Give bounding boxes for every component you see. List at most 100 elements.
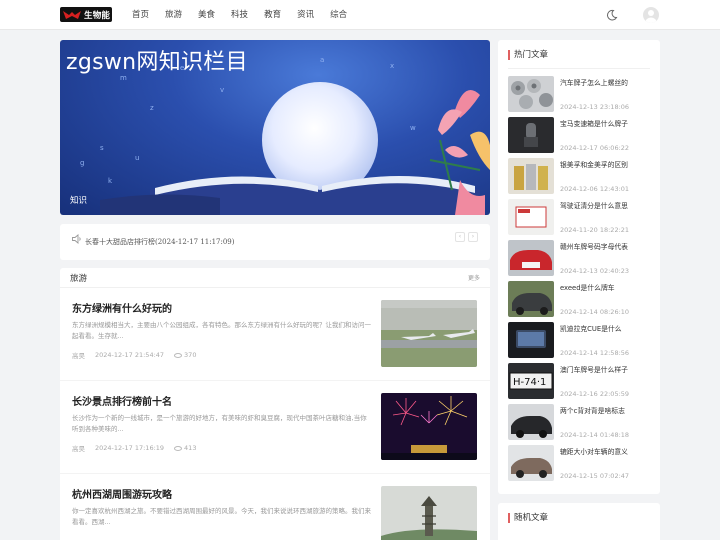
- hot-article-item[interactable]: 宝马变速箱是什么牌子 2024-12-17 06:06:22: [508, 117, 653, 155]
- hot-article-date: 2024-11-20 18:22:21: [560, 226, 630, 234]
- hot-article-thumbnail[interactable]: [508, 281, 554, 317]
- article-thumbnail[interactable]: [381, 486, 477, 540]
- nav-item-home[interactable]: 首页: [124, 0, 157, 30]
- hot-article-date: 2024-12-13 02:40:23: [560, 267, 630, 275]
- hot-article-date: 2024-12-17 06:06:22: [560, 144, 630, 152]
- hot-article-item[interactable]: 汽车牌子怎么上螺丝的 2024-12-13 23:18:06: [508, 76, 653, 114]
- hot-article-title[interactable]: 宝马变速箱是什么牌子: [560, 118, 628, 128]
- list-title: 旅游: [70, 274, 88, 284]
- notice-bar: 长春十大甜品店排行榜(2024-12-17 11:17:09) ‹ ›: [60, 224, 490, 260]
- article-item[interactable]: 长沙景点排行榜前十名 长沙作为一个新的一线城市，是一个旅游的好地方，有美味的虾和…: [60, 381, 490, 474]
- svg-text:g: g: [80, 159, 84, 167]
- top-navbar: 生物能 首页 旅游 美食 科技 教育 资讯 综合: [0, 0, 720, 30]
- list-more-link[interactable]: 更多: [468, 273, 480, 282]
- hot-article-title[interactable]: exeed是什么牌车: [560, 282, 615, 292]
- svg-text:s: s: [100, 144, 104, 152]
- hot-article-date: 2024-12-14 01:48:18: [560, 431, 630, 439]
- svg-text:H-74·1: H-74·1: [513, 377, 546, 388]
- nav-item-food[interactable]: 美食: [190, 0, 223, 30]
- hot-article-item[interactable]: 赣州车牌号码字母代表 2024-12-13 02:40:23: [508, 240, 653, 278]
- hot-article-date: 2024-12-14 08:26:10: [560, 308, 630, 316]
- hot-article-title[interactable]: 驾驶证清分是什么意思: [560, 200, 628, 210]
- notice-next-button[interactable]: ›: [468, 232, 478, 242]
- svg-text:z: z: [150, 104, 154, 112]
- svg-text:k: k: [108, 177, 113, 185]
- nav-item-tech[interactable]: 科技: [223, 0, 256, 30]
- hot-article-title[interactable]: 汽车牌子怎么上螺丝的: [560, 77, 628, 87]
- hot-article-thumbnail[interactable]: [508, 199, 554, 235]
- hot-article-item[interactable]: 凯迪拉克CUE是什么 2024-12-14 12:58:56: [508, 322, 653, 360]
- hot-article-item[interactable]: 两个c背对背是啥标志 2024-12-14 01:48:18: [508, 404, 653, 442]
- moon-icon[interactable]: [606, 9, 618, 21]
- article-thumbnail[interactable]: [381, 300, 477, 367]
- hot-article-item[interactable]: 银美孚和金美孚的区别 2024-12-06 12:43:01: [508, 158, 653, 196]
- article-meta: 高昊 2024-12-17 21:54:47 370: [72, 350, 206, 360]
- hot-article-thumbnail[interactable]: [508, 240, 554, 276]
- nav-item-education[interactable]: 教育: [256, 0, 289, 30]
- hot-article-date: 2024-12-16 22:05:59: [560, 390, 630, 398]
- nav-item-travel[interactable]: 旅游: [157, 0, 190, 30]
- logo-text: 生物能: [84, 10, 111, 21]
- divider: [508, 68, 650, 69]
- hot-articles-sidebar: 热门文章 汽车牌子怎么上螺丝的 2024-12-13 23:18:06 宝马变速…: [498, 40, 660, 494]
- hot-article-thumbnail[interactable]: H-74·1: [508, 363, 554, 399]
- article-meta: 高昊 2024-12-17 17:16:19 413: [72, 443, 206, 453]
- article-thumbnail[interactable]: [381, 393, 477, 460]
- svg-text:v: v: [220, 86, 224, 94]
- hot-article-title[interactable]: 银美孚和金美孚的区别: [560, 159, 628, 169]
- article-author: 高昊: [72, 445, 85, 453]
- svg-text:w: w: [410, 124, 416, 132]
- site-logo[interactable]: 生物能: [60, 7, 112, 22]
- article-views: 413: [184, 444, 197, 452]
- hot-article-date: 2024-12-13 23:18:06: [560, 103, 630, 111]
- article-excerpt: 你一定喜欢杭州西湖之旅。不要错过西湖周围最好的风景。今天，我们来说说环西湖旅游的…: [72, 507, 371, 526]
- notice-text[interactable]: 长春十大甜品店排行榜(2024-12-17 11:17:09): [85, 237, 235, 247]
- hot-article-thumbnail[interactable]: [508, 117, 554, 153]
- hot-article-title[interactable]: 辘距大小对车辆的意义: [560, 446, 628, 456]
- article-views: 370: [184, 351, 197, 359]
- notice-prev-button[interactable]: ‹: [455, 232, 465, 242]
- hot-article-item[interactable]: exeed是什么牌车 2024-12-14 08:26:10: [508, 281, 653, 319]
- list-header: 旅游 更多: [60, 268, 490, 288]
- hot-article-thumbnail[interactable]: [508, 445, 554, 481]
- article-title[interactable]: 长沙景点排行榜前十名: [72, 393, 172, 408]
- eye-icon: [174, 445, 183, 451]
- hero-banner[interactable]: mzs gku evx cwa zgswn网知识栏目 知识: [60, 40, 490, 215]
- hot-article-item[interactable]: H-74·1 澳门车牌号是什么样子 2024-12-16 22:05:59: [508, 363, 653, 401]
- user-avatar-icon[interactable]: [643, 7, 659, 23]
- hot-article-date: 2024-12-15 07:02:47: [560, 472, 630, 480]
- hot-article-thumbnail[interactable]: [508, 404, 554, 440]
- speaker-icon: [72, 234, 81, 244]
- random-articles-title: 随机文章: [508, 513, 548, 523]
- nav-item-news[interactable]: 资讯: [289, 0, 322, 30]
- hot-article-thumbnail[interactable]: [508, 158, 554, 194]
- hot-article-date: 2024-12-14 12:58:56: [560, 349, 630, 357]
- hot-article-thumbnail[interactable]: [508, 322, 554, 358]
- article-item[interactable]: 东方绿洲有什么好玩的 东方绿洲规模相当大，主要由八个公园组成，各有特色。那么东方…: [60, 288, 490, 381]
- main-nav: 首页 旅游 美食 科技 教育 资讯 综合: [124, 0, 355, 30]
- random-articles-sidebar: 随机文章: [498, 503, 660, 540]
- svg-text:a: a: [320, 56, 324, 64]
- hot-article-title[interactable]: 凯迪拉克CUE是什么: [560, 323, 622, 333]
- article-excerpt: 东方绿洲规模相当大，主要由八个公园组成，各有特色。那么东方绿洲有什么好玩的呢？让…: [72, 321, 371, 340]
- hot-articles-title: 热门文章: [508, 50, 548, 60]
- article-author: 高昊: [72, 352, 85, 360]
- travel-article-list: 旅游 更多 东方绿洲有什么好玩的 东方绿洲规模相当大，主要由八个公园组成，各有特…: [60, 268, 490, 540]
- hot-article-thumbnail[interactable]: [508, 76, 554, 112]
- article-date: 2024-12-17 21:54:47: [95, 351, 165, 359]
- logo-icon: [63, 10, 81, 19]
- hot-article-title[interactable]: 两个c背对背是啥标志: [560, 405, 625, 415]
- article-date: 2024-12-17 17:16:19: [95, 444, 165, 452]
- article-title[interactable]: 东方绿洲有什么好玩的: [72, 300, 172, 315]
- banner-title: zgswn网知识栏目: [66, 50, 248, 75]
- hot-article-title[interactable]: 澳门车牌号是什么样子: [560, 364, 628, 374]
- article-title[interactable]: 杭州西湖周围游玩攻略: [72, 486, 172, 501]
- hot-article-item[interactable]: 驾驶证清分是什么意思 2024-11-20 18:22:21: [508, 199, 653, 237]
- hot-article-title[interactable]: 赣州车牌号码字母代表: [560, 241, 628, 251]
- hot-article-item[interactable]: 辘距大小对车辆的意义 2024-12-15 07:02:47: [508, 445, 653, 483]
- svg-text:x: x: [390, 62, 394, 70]
- article-item[interactable]: 杭州西湖周围游玩攻略 你一定喜欢杭州西湖之旅。不要错过西湖周围最好的风景。今天，…: [60, 474, 490, 540]
- banner-category-tag[interactable]: 知识: [70, 194, 87, 206]
- nav-item-general[interactable]: 综合: [322, 0, 355, 30]
- article-excerpt: 长沙作为一个新的一线城市，是一个旅游的好地方，有美味的虾和臭豆腐，现代中国茶叶店…: [72, 414, 367, 433]
